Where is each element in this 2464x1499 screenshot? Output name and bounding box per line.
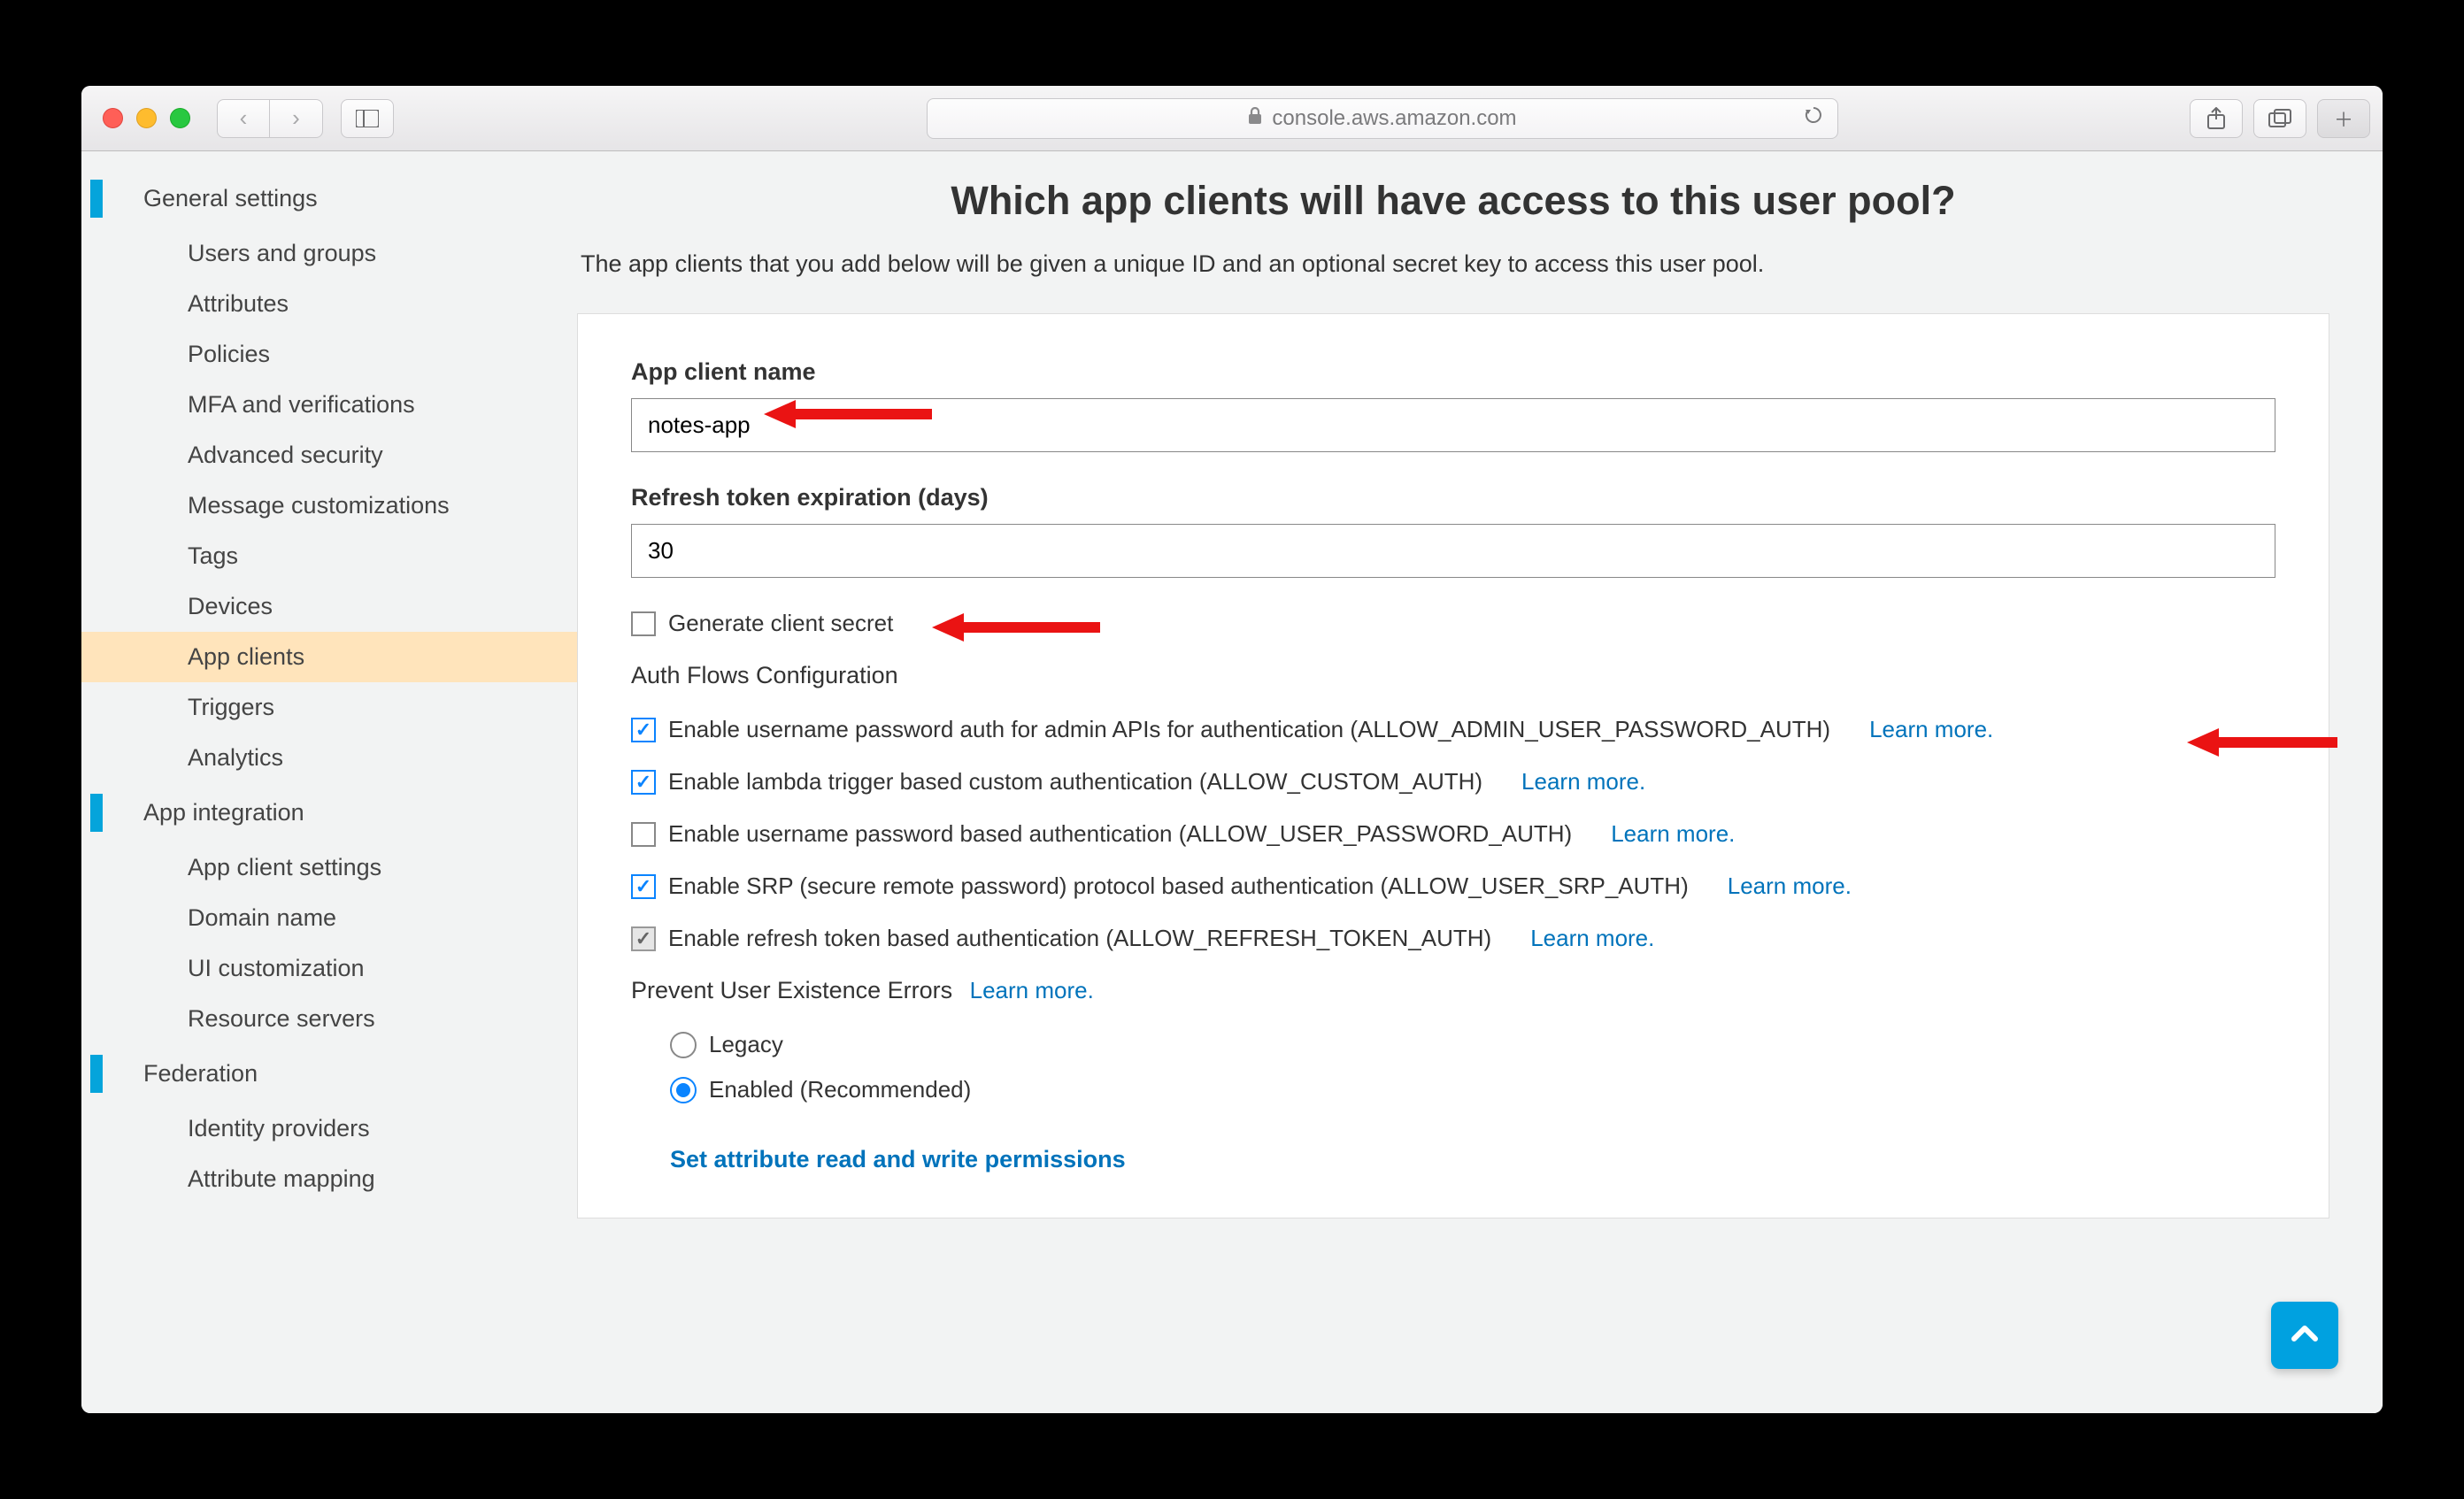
auth-flow-row[interactable]: Enable SRP (secure remote password) prot… — [631, 872, 2275, 900]
refresh-token-input[interactable] — [631, 524, 2275, 578]
auth-flows-heading: Auth Flows Configuration — [631, 662, 2275, 689]
tabs-button[interactable] — [2253, 99, 2306, 138]
sidenav-item-attributes[interactable]: Attributes — [81, 279, 577, 329]
sidenav-item-ui-customization[interactable]: UI customization — [81, 943, 577, 994]
auth-flow-checkbox[interactable] — [631, 822, 656, 847]
auth-flow-checkbox[interactable] — [631, 718, 656, 742]
app-client-name-label: App client name — [631, 358, 2275, 386]
sidenav-item-identity-providers[interactable]: Identity providers — [81, 1103, 577, 1154]
titlebar: ‹ › console.aws.amazon.com ＋ — [81, 86, 2383, 151]
sidenav-section-federation[interactable]: Federation — [81, 1044, 577, 1103]
forward-button[interactable]: › — [270, 99, 323, 138]
sidenav-label: Federation — [143, 1060, 258, 1087]
sidenav-item-resource-servers[interactable]: Resource servers — [81, 994, 577, 1044]
side-navigation: General settings Users and groupsAttribu… — [81, 151, 577, 1413]
sidenav-item-tags[interactable]: Tags — [81, 531, 577, 581]
sidenav-section-general[interactable]: General settings — [81, 169, 577, 228]
section-bar — [90, 794, 103, 832]
learn-more-link[interactable]: Learn more. — [1728, 872, 1852, 900]
auth-flow-label: Enable username password based authentic… — [668, 820, 1572, 848]
lock-icon — [1247, 106, 1263, 131]
sidenav-section-appintegration[interactable]: App integration — [81, 783, 577, 842]
reload-icon[interactable] — [1804, 105, 1823, 131]
sidenav-item-attribute-mapping[interactable]: Attribute mapping — [81, 1154, 577, 1204]
section-bar — [90, 1055, 103, 1093]
auth-flow-row[interactable]: Enable username password based authentic… — [631, 820, 2275, 848]
sidenav-item-analytics[interactable]: Analytics — [81, 733, 577, 783]
auth-flow-label: Enable lambda trigger based custom authe… — [668, 768, 1482, 796]
fullscreen-icon[interactable] — [170, 108, 190, 128]
sidenav-item-message-customizations[interactable]: Message customizations — [81, 480, 577, 531]
sidenav-item-advanced-security[interactable]: Advanced security — [81, 430, 577, 480]
sidenav-item-app-clients[interactable]: App clients — [81, 632, 577, 682]
back-button[interactable]: ‹ — [217, 99, 270, 138]
browser-window: ‹ › console.aws.amazon.com ＋ — [81, 86, 2383, 1413]
radio-enabled-label: Enabled (Recommended) — [709, 1076, 971, 1103]
auth-flow-checkbox[interactable] — [631, 874, 656, 899]
auth-flow-checkbox[interactable] — [631, 770, 656, 795]
toolbar-right: ＋ — [2190, 99, 2370, 138]
learn-more-link[interactable]: Learn more. — [1869, 716, 1993, 743]
sidenav-item-users-and-groups[interactable]: Users and groups — [81, 228, 577, 279]
prevent-errors-heading: Prevent User Existence Errors Learn more… — [631, 977, 2275, 1004]
app-client-card: App client name Refresh token expiration… — [577, 313, 2329, 1218]
learn-more-link[interactable]: Learn more. — [1611, 820, 1735, 848]
generate-secret-checkbox[interactable] — [631, 611, 656, 636]
share-button[interactable] — [2190, 99, 2243, 138]
radio-legacy-label: Legacy — [709, 1031, 783, 1058]
sidenav-item-policies[interactable]: Policies — [81, 329, 577, 380]
radio-enabled[interactable] — [670, 1077, 697, 1103]
close-icon[interactable] — [103, 108, 123, 128]
sidenav-label: General settings — [143, 185, 318, 211]
sidenav-item-app-client-settings[interactable]: App client settings — [81, 842, 577, 893]
auth-flow-row[interactable]: Enable refresh token based authenticatio… — [631, 925, 2275, 952]
radio-enabled-row[interactable]: Enabled (Recommended) — [670, 1076, 2275, 1103]
sidebar-toggle-button[interactable] — [341, 99, 394, 138]
sidenav-item-domain-name[interactable]: Domain name — [81, 893, 577, 943]
sidenav-item-triggers[interactable]: Triggers — [81, 682, 577, 733]
page-title: Which app clients will have access to th… — [577, 178, 2329, 224]
auth-flow-row[interactable]: Enable lambda trigger based custom authe… — [631, 768, 2275, 796]
learn-more-link[interactable]: Learn more. — [1521, 768, 1645, 796]
set-attribute-permissions-link[interactable]: Set attribute read and write permissions — [670, 1146, 1126, 1173]
main-panel: Which app clients will have access to th… — [577, 151, 2383, 1413]
app-client-name-input[interactable] — [631, 398, 2275, 452]
generate-secret-row[interactable]: Generate client secret — [631, 610, 2275, 637]
sidenav-item-devices[interactable]: Devices — [81, 581, 577, 632]
auth-flow-label: Enable SRP (secure remote password) prot… — [668, 872, 1689, 900]
arrow-up-icon — [2287, 1318, 2322, 1353]
active-section-bar — [90, 180, 103, 218]
scroll-top-button[interactable] — [2271, 1302, 2338, 1369]
auth-flow-row[interactable]: Enable username password auth for admin … — [631, 716, 2275, 743]
window-controls — [103, 108, 190, 128]
refresh-token-label: Refresh token expiration (days) — [631, 484, 2275, 511]
address-bar[interactable]: console.aws.amazon.com — [927, 98, 1838, 139]
minimize-icon[interactable] — [136, 108, 157, 128]
new-tab-button[interactable]: ＋ — [2317, 99, 2370, 138]
sidenav-label: App integration — [143, 799, 304, 826]
sidenav-item-mfa-and-verifications[interactable]: MFA and verifications — [81, 380, 577, 430]
generate-secret-label: Generate client secret — [668, 610, 893, 637]
radio-legacy[interactable] — [670, 1032, 697, 1058]
page-subtitle: The app clients that you add below will … — [577, 250, 2329, 278]
nav-buttons: ‹ › — [217, 99, 323, 138]
auth-flow-label: Enable username password auth for admin … — [668, 716, 1830, 743]
page-content: General settings Users and groupsAttribu… — [81, 151, 2383, 1413]
auth-flow-checkbox — [631, 926, 656, 951]
auth-flow-label: Enable refresh token based authenticatio… — [668, 925, 1491, 952]
prevent-errors-text: Prevent User Existence Errors — [631, 977, 952, 1003]
learn-more-link[interactable]: Learn more. — [1530, 925, 1654, 952]
learn-more-link[interactable]: Learn more. — [970, 977, 1094, 1003]
url-text: console.aws.amazon.com — [1272, 106, 1516, 131]
radio-legacy-row[interactable]: Legacy — [670, 1031, 2275, 1058]
